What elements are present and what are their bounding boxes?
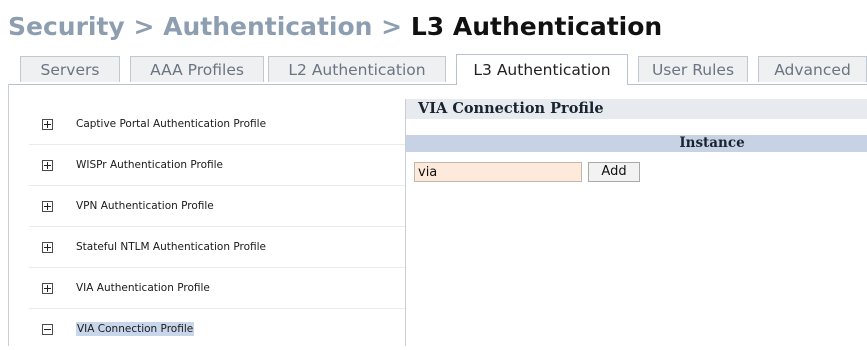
tree-item-label[interactable]: Captive Portal Authentication Profile [76,118,266,130]
tree-item[interactable]: WISPr Authentication Profile [29,145,405,186]
tab-l3-authentication[interactable]: L3 Authentication [456,54,628,85]
tab-aaa-profiles[interactable]: AAA Profiles [130,56,264,82]
tree-item[interactable]: Captive Portal Authentication Profile [29,104,405,145]
instance-name-input[interactable] [414,162,582,182]
panel-title: VIA Connection Profile [406,99,867,119]
expand-plus-icon[interactable] [42,283,53,294]
tab-user-rules[interactable]: User Rules [638,56,748,82]
tree-item[interactable]: Stateful NTLM Authentication Profile [29,227,405,268]
tree-item-label[interactable]: VIA Connection Profile [76,322,195,336]
breadcrumb-security[interactable]: Security [8,12,125,41]
tree-item[interactable]: VPN Authentication Profile [29,186,405,227]
breadcrumb-separator: > [372,12,411,41]
tab-advanced[interactable]: Advanced [758,56,867,82]
tree-item-selected[interactable]: VIA Connection Profile [29,309,405,350]
add-button[interactable]: Add [588,162,640,182]
tab-servers[interactable]: Servers [20,56,120,82]
tree-item-label[interactable]: VPN Authentication Profile [76,200,214,212]
column-header-instance: Instance [406,135,867,152]
via-connection-profile-panel: VIA Connection Profile Instance [405,99,867,346]
tree-item-label[interactable]: WISPr Authentication Profile [76,159,223,171]
expand-plus-icon[interactable] [42,242,53,253]
tree-item[interactable]: VIA Authentication Profile [29,268,405,309]
tab-l2-authentication[interactable]: L2 Authentication [268,56,446,82]
breadcrumb-current: L3 Authentication [410,12,663,41]
expand-plus-icon[interactable] [42,119,53,130]
tab-bar: Servers AAA Profiles L2 Authentication L… [8,54,867,85]
breadcrumb: Security > Authentication > L3 Authentic… [8,12,662,41]
tree-item-label[interactable]: VIA Authentication Profile [76,282,210,294]
breadcrumb-authentication[interactable]: Authentication [163,12,372,41]
expand-plus-icon[interactable] [42,160,53,171]
tree-item-label[interactable]: Stateful NTLM Authentication Profile [76,241,266,253]
collapse-minus-icon[interactable] [42,324,53,335]
breadcrumb-separator: > [124,12,164,41]
expand-plus-icon[interactable] [42,201,53,212]
